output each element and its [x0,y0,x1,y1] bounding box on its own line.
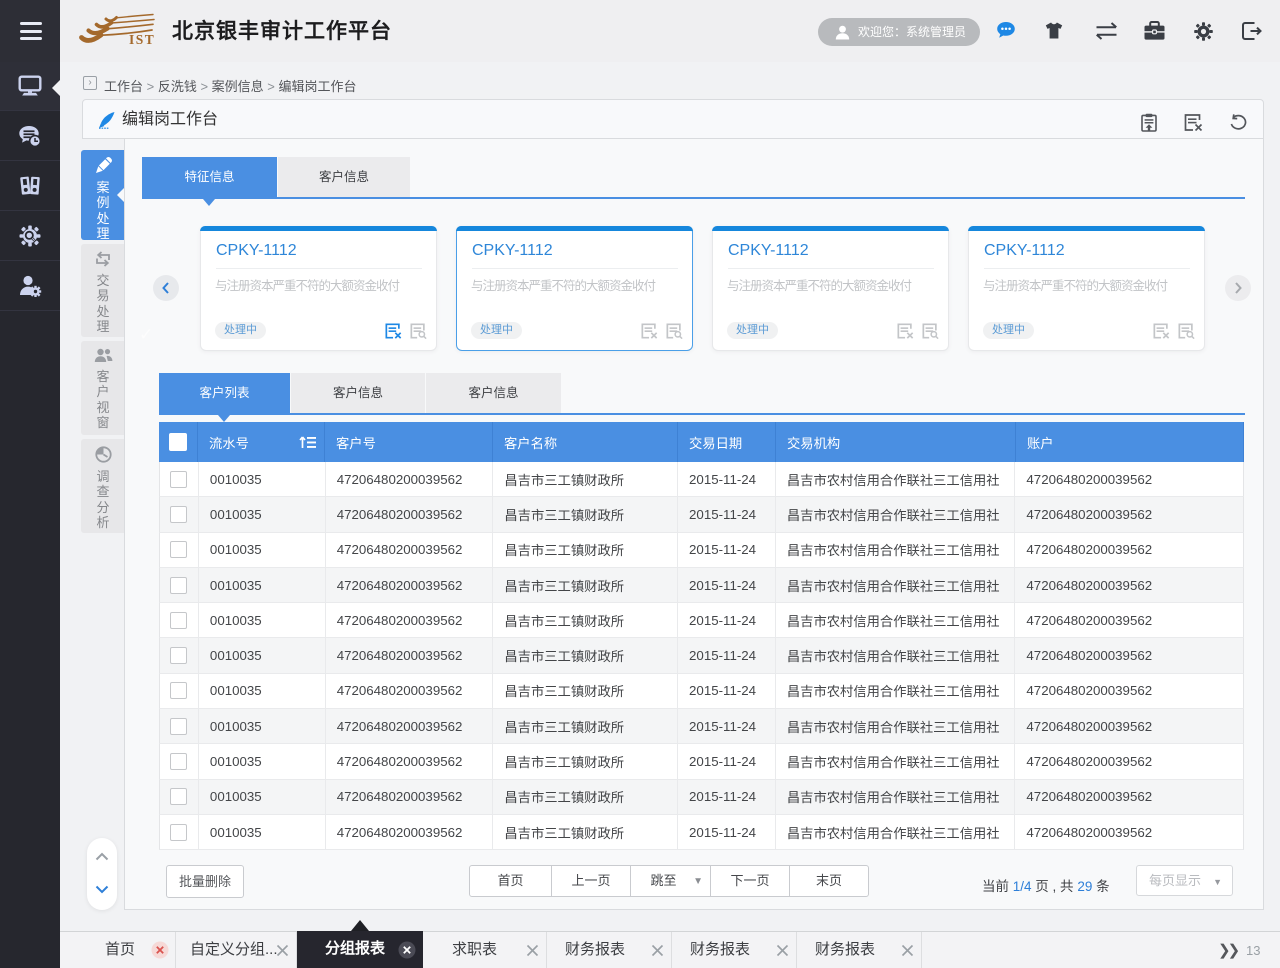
svg-text:IST: IST [129,32,155,47]
